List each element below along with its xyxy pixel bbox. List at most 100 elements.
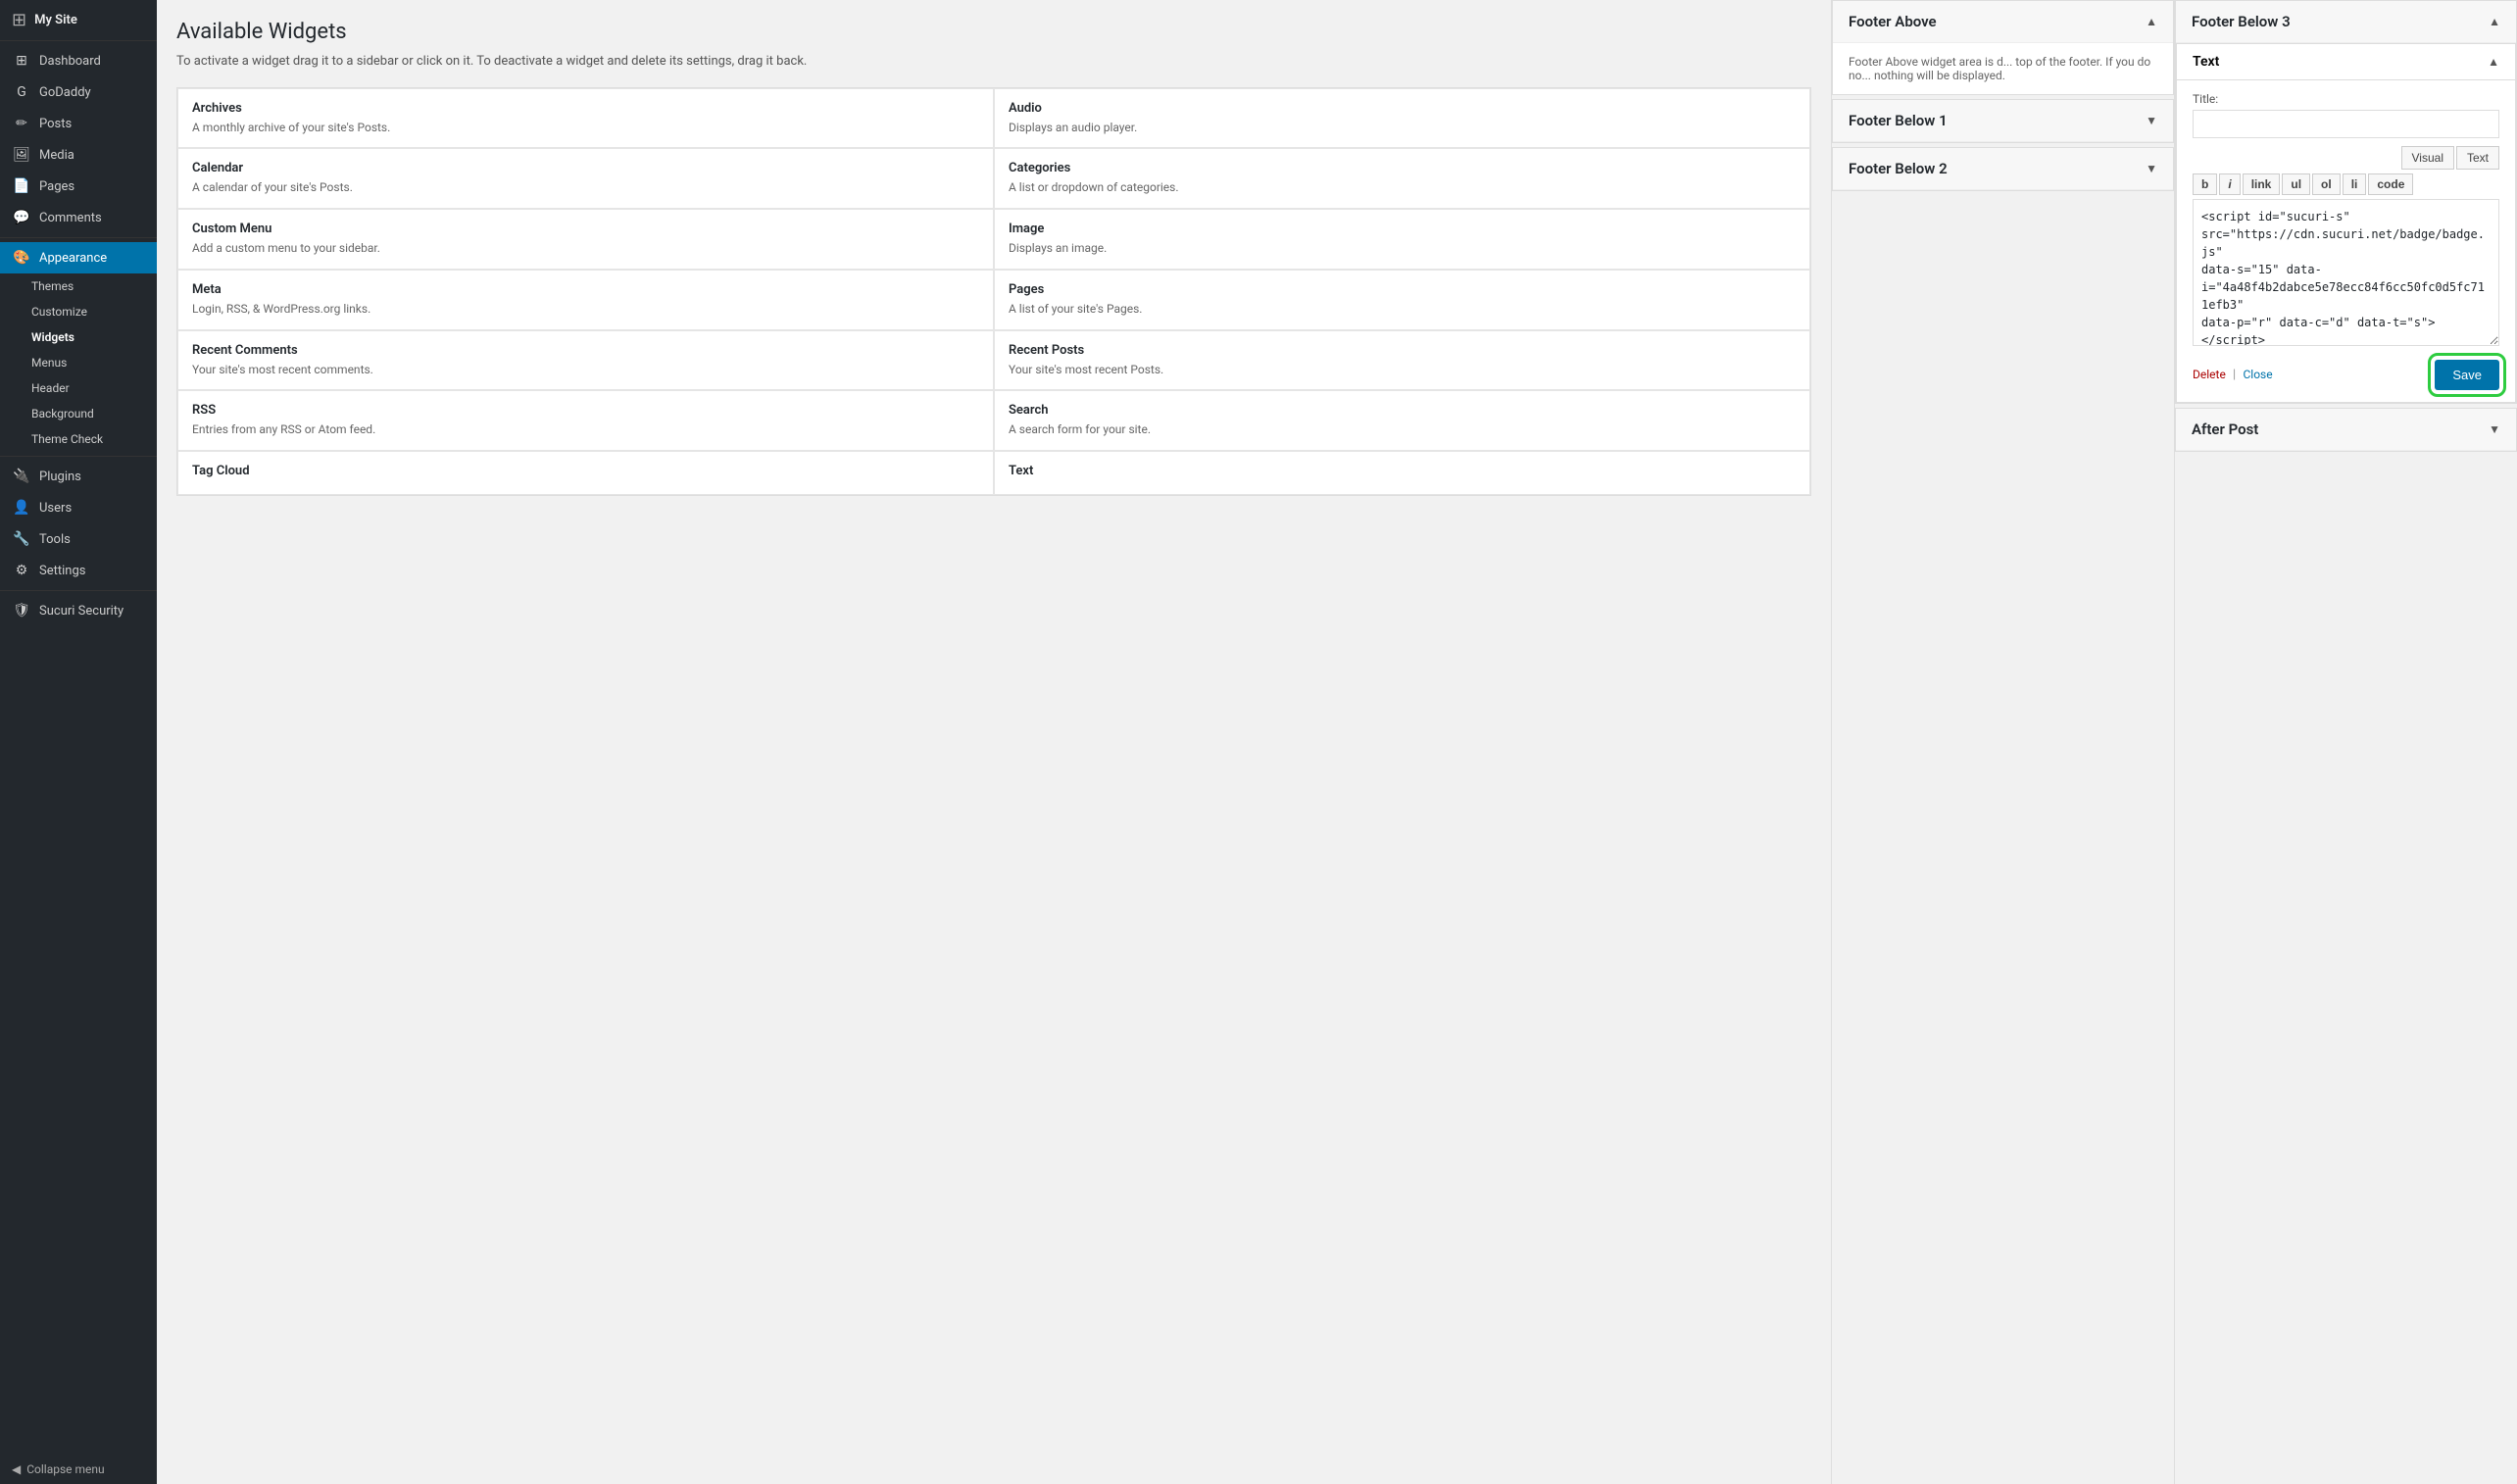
footer-below-2-header[interactable]: Footer Below 2 ▼: [1833, 148, 2173, 190]
text-widget-label: Text: [2193, 54, 2219, 70]
sidebar: ⊞ My Site ⊞ Dashboard G GoDaddy ✏ Posts …: [0, 0, 157, 1484]
after-post-title: After Post: [2192, 420, 2258, 438]
sidebar-item-menus[interactable]: Menus: [0, 350, 157, 375]
widget-name: Recent Posts: [1009, 343, 1796, 358]
posts-icon: ✏: [12, 116, 31, 131]
tab-text[interactable]: Text: [2456, 146, 2499, 170]
widget-desc: A list of your site's Pages.: [1009, 301, 1796, 318]
dashboard-icon: ⊞: [12, 53, 31, 69]
tools-icon: 🔧: [12, 531, 31, 547]
left-panel-column: Footer Above ▲ Footer Above widget area …: [1831, 0, 2174, 1484]
footer-below-2-panel: Footer Below 2 ▼: [1832, 147, 2174, 191]
sidebar-item-media[interactable]: 🖼 Media: [0, 139, 157, 171]
widget-action-links: Delete | Close: [2193, 368, 2273, 382]
content-wrap: Available Widgets To activate a widget d…: [157, 0, 2517, 1484]
list-item[interactable]: Audio Displays an audio player.: [994, 88, 1810, 149]
footer-below-1-title: Footer Below 1: [1849, 112, 1948, 129]
widget-name: RSS: [192, 403, 979, 418]
list-item[interactable]: Search A search form for your site.: [994, 390, 1810, 451]
widget-desc: Your site's most recent Posts.: [1009, 362, 1796, 378]
sidebar-item-label: Pages: [39, 179, 74, 194]
list-item[interactable]: Categories A list or dropdown of categor…: [994, 148, 1810, 209]
sidebar-item-theme-check[interactable]: Theme Check: [0, 426, 157, 452]
widget-name: Custom Menu: [192, 222, 979, 236]
tab-visual[interactable]: Visual: [2401, 146, 2454, 170]
sidebar-item-label: Appearance: [39, 251, 107, 266]
sidebar-item-themes[interactable]: Themes: [0, 273, 157, 299]
widget-desc: Displays an image.: [1009, 240, 1796, 257]
editor-tabs: Visual Text: [2193, 146, 2499, 170]
sidebar-nav: ⊞ Dashboard G GoDaddy ✏ Posts 🖼 Media 📄 …: [0, 45, 157, 626]
widget-name: Text: [1009, 464, 1796, 478]
after-post-header[interactable]: After Post ▼: [2176, 409, 2516, 451]
sidebar-item-background[interactable]: Background: [0, 401, 157, 426]
link-button[interactable]: link: [2243, 173, 2281, 195]
sidebar-item-header[interactable]: Header: [0, 375, 157, 401]
footer-above-desc: Footer Above widget area is d... top of …: [1849, 55, 2157, 82]
sidebar-item-godaddy[interactable]: G GoDaddy: [0, 76, 157, 108]
footer-below-3-header[interactable]: Footer Below 3 ▲: [2176, 1, 2516, 43]
widget-area: Available Widgets To activate a widget d…: [157, 0, 1831, 1484]
sidebar-item-widgets[interactable]: Widgets: [0, 324, 157, 350]
list-item[interactable]: Text: [994, 451, 1810, 495]
sidebar-item-settings[interactable]: ⚙ Settings: [0, 555, 157, 586]
plugins-icon: 🔌: [12, 469, 31, 484]
list-item[interactable]: Recent Posts Your site's most recent Pos…: [994, 330, 1810, 391]
sidebar-item-users[interactable]: 👤 Users: [0, 492, 157, 523]
sidebar-item-label: Posts: [39, 117, 72, 131]
widget-name: Archives: [192, 101, 979, 116]
widget-actions: Delete | Close Save: [2193, 360, 2499, 390]
list-item[interactable]: Custom Menu Add a custom menu to your si…: [177, 209, 994, 270]
appearance-icon: 🎨: [12, 250, 31, 266]
footer-below-1-header[interactable]: Footer Below 1 ▼: [1833, 100, 2173, 142]
li-button[interactable]: li: [2343, 173, 2367, 195]
sidebar-item-dashboard[interactable]: ⊞ Dashboard: [0, 45, 157, 76]
delete-link[interactable]: Delete: [2193, 368, 2226, 381]
footer-above-header[interactable]: Footer Above ▲: [1833, 1, 2173, 43]
italic-button[interactable]: i: [2219, 173, 2240, 195]
widget-name: Calendar: [192, 161, 979, 175]
list-item[interactable]: Recent Comments Your site's most recent …: [177, 330, 994, 391]
sidebar-item-plugins[interactable]: 🔌 Plugins: [0, 461, 157, 492]
footer-above-body: Footer Above widget area is d... top of …: [1833, 43, 2173, 94]
site-name: My Site: [34, 13, 77, 27]
sidebar-logo: ⊞ My Site: [0, 0, 157, 41]
widget-desc: Displays an audio player.: [1009, 120, 1796, 136]
list-item[interactable]: Pages A list of your site's Pages.: [994, 270, 1810, 330]
settings-icon: ⚙: [12, 563, 31, 578]
list-item[interactable]: Meta Login, RSS, & WordPress.org links.: [177, 270, 994, 330]
ol-button[interactable]: ol: [2312, 173, 2341, 195]
chevron-down-icon: ▼: [2489, 422, 2500, 436]
list-item[interactable]: RSS Entries from any RSS or Atom feed.: [177, 390, 994, 451]
chevron-down-icon: ▼: [2146, 114, 2157, 127]
text-widget-header: Text ▲: [2177, 44, 2515, 80]
pipe-separator: |: [2233, 368, 2236, 382]
sidebar-item-pages[interactable]: 📄 Pages: [0, 171, 157, 202]
editor-content-area[interactable]: <script id="sucuri-s" src="https://cdn.s…: [2193, 199, 2499, 346]
widgets-grid: Archives A monthly archive of your site'…: [176, 87, 1811, 497]
ul-button[interactable]: ul: [2282, 173, 2310, 195]
chevron-up-icon: ▲: [2488, 55, 2499, 69]
sidebar-item-tools[interactable]: 🔧 Tools: [0, 523, 157, 555]
title-input[interactable]: [2193, 110, 2499, 138]
sidebar-item-appearance[interactable]: 🎨 Appearance: [0, 242, 157, 273]
close-link[interactable]: Close: [2243, 368, 2272, 381]
main-content: Available Widgets To activate a widget d…: [157, 0, 2517, 1484]
list-item[interactable]: Archives A monthly archive of your site'…: [177, 88, 994, 149]
page-title: Available Widgets: [176, 20, 1811, 44]
code-button[interactable]: code: [2368, 173, 2413, 195]
list-item[interactable]: Tag Cloud: [177, 451, 994, 495]
list-item[interactable]: Image Displays an image.: [994, 209, 1810, 270]
widget-name: Image: [1009, 222, 1796, 236]
sidebar-item-label: Tools: [39, 532, 71, 547]
save-button[interactable]: Save: [2435, 360, 2499, 390]
widget-name: Recent Comments: [192, 343, 979, 358]
widget-name: Pages: [1009, 282, 1796, 297]
sidebar-item-customize[interactable]: Customize: [0, 299, 157, 324]
sidebar-item-comments[interactable]: 💬 Comments: [0, 202, 157, 233]
list-item[interactable]: Calendar A calendar of your site's Posts…: [177, 148, 994, 209]
sidebar-item-sucuri[interactable]: 🛡 Sucuri Security: [0, 595, 157, 626]
bold-button[interactable]: b: [2193, 173, 2217, 195]
sidebar-item-posts[interactable]: ✏ Posts: [0, 108, 157, 139]
collapse-menu-button[interactable]: ◀ Collapse menu: [0, 1455, 157, 1484]
